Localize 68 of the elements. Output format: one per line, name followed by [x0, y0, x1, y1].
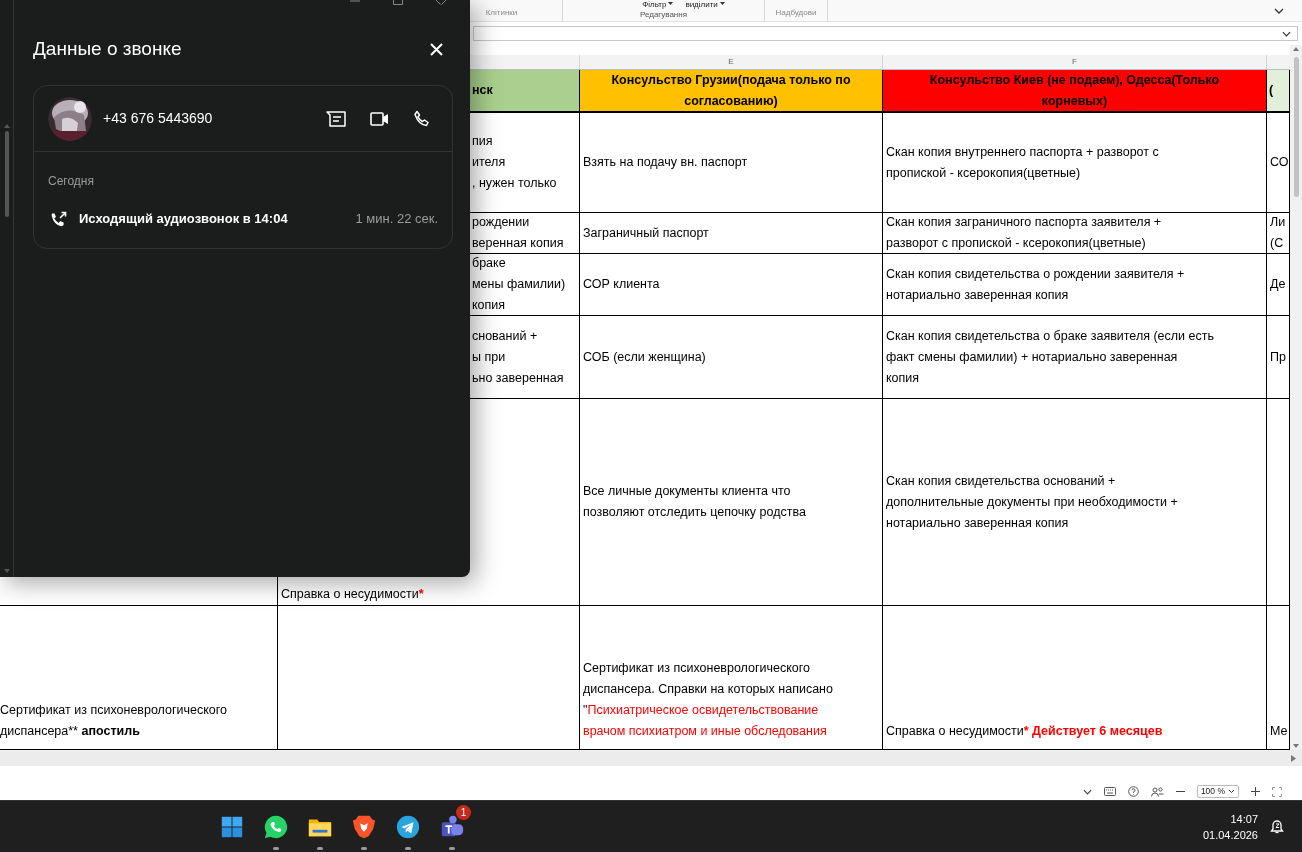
call-duration: 1 мин. 22 сек. [355, 210, 438, 229]
cell-text: Справка о несудимости* Действует 6 месяцев [886, 723, 1164, 740]
cell-text: Пр [1270, 348, 1287, 366]
cell-text: Скан копия заграничного паспорта заявителя + разворот с пропиской - ксерокопия(цветные) [886, 214, 1163, 252]
chevron-down-icon[interactable] [1082, 788, 1092, 795]
column-letter[interactable]: E [728, 56, 734, 68]
fullscreen-icon[interactable] [1272, 786, 1282, 797]
up-arrow-icon[interactable] [1293, 47, 1299, 51]
cell-text: Ме [1270, 723, 1289, 740]
header-text: Консульство Киев (не подаем), Одесса(Только корневых) [929, 71, 1220, 110]
caret-icon [719, 2, 725, 6]
cell-text: Скан копия свидетельства оснований + дополнительные документы при необходимости + нотариально заверенная копия [886, 472, 1179, 532]
cell-text: Скан копия свидетельства о рождении заявителя + нотариально заверенная копия [886, 265, 1186, 304]
chevron-down-icon[interactable] [1274, 7, 1284, 14]
window-title: Данные о звонке [33, 37, 182, 61]
cell-text: Сертификат из психоневрологического диспансера. Справки на которых написано "Психиатрическое освидетельствование врачом психиатром и иные обследования [583, 660, 834, 740]
notification-badge: 1 [456, 804, 471, 820]
cell-text: СОБ (если женщина) [583, 348, 707, 366]
zoom-select[interactable]: 100 % [1196, 785, 1239, 798]
horizontal-scrollbar[interactable] [0, 750, 1302, 766]
maximize-icon[interactable] [393, 0, 403, 5]
people-icon[interactable] [1150, 786, 1164, 797]
cell-text: Скан копия внутреннего паспорта + разворот с пропиской - ксерокопия(цветные) [886, 143, 1160, 182]
outgoing-call-icon [50, 210, 67, 228]
cell-text: Ли (С [1270, 214, 1287, 252]
column-letter[interactable]: F [1072, 56, 1077, 68]
taskbar-button[interactable]: 1 [432, 803, 472, 850]
vertical-scrollbar[interactable] [1290, 45, 1302, 750]
group-label: Надбудови [775, 7, 817, 19]
phone-icon[interactable] [413, 110, 430, 127]
cell-text: Скан копия свидетельства о браке заявителя (если есть факт смены фамилии) + нотариально заверенная копия [886, 327, 1215, 387]
cell-text: СОР клиента [583, 276, 661, 293]
header-text: Консульство Грузии(подача только по согласованию) [611, 71, 851, 110]
cell-text: Справка о несудимости* [281, 586, 425, 603]
cell-text: браке мены фамилии) копия [472, 255, 567, 314]
video-camera-icon[interactable] [370, 111, 389, 126]
clock-time[interactable]: 14:07 [1230, 810, 1258, 827]
group-label: Редагування [639, 9, 688, 21]
group-label: Клітинки [485, 7, 518, 19]
right-arrow-icon[interactable] [1291, 754, 1296, 762]
chevron-down-icon[interactable] [1282, 30, 1291, 37]
caret-icon [668, 2, 674, 6]
ribbon-button[interactable]: Фільтр [642, 0, 674, 9]
zoom-in-icon[interactable] [1251, 787, 1260, 796]
keyboard-icon[interactable] [1103, 787, 1116, 796]
chat-bubble-icon [263, 813, 289, 840]
header-text: ( [1269, 82, 1274, 99]
cell-text: Сертификат из психоневрологического диспансера** апостиль [0, 702, 229, 740]
help-icon[interactable] [1127, 786, 1139, 797]
notification-bell-icon[interactable] [1270, 819, 1284, 834]
cell-text: Взять на подачу вн. паспорт [583, 154, 749, 171]
cell-text: пия ителя , нужен только [472, 133, 558, 192]
lion-shield-icon [351, 813, 377, 840]
phone-number: +43 676 5443690 [103, 109, 213, 128]
date-label: Сегодня [48, 173, 95, 190]
cell-text: Заграничный паспорт [583, 224, 710, 242]
cell-text: снований + ы при ьно заверенная [472, 327, 565, 387]
clock-date[interactable]: 01.04.2026 [1202, 826, 1258, 843]
ribbon-button[interactable]: виділити [685, 0, 725, 9]
cell-text: СО [1270, 154, 1289, 171]
cell-text: Де [1270, 276, 1287, 293]
paper-plane-icon [395, 813, 421, 840]
header-text: нск [472, 82, 493, 99]
down-arrow-icon[interactable] [1293, 744, 1299, 748]
message-icon[interactable] [326, 110, 346, 127]
cell-text: Все личные документы клиента что позволяют отследить цепочку родства [583, 483, 807, 521]
caret-icon [1228, 789, 1235, 794]
call-description: Исходящий аудиозвонок в 14:04 [79, 210, 288, 229]
